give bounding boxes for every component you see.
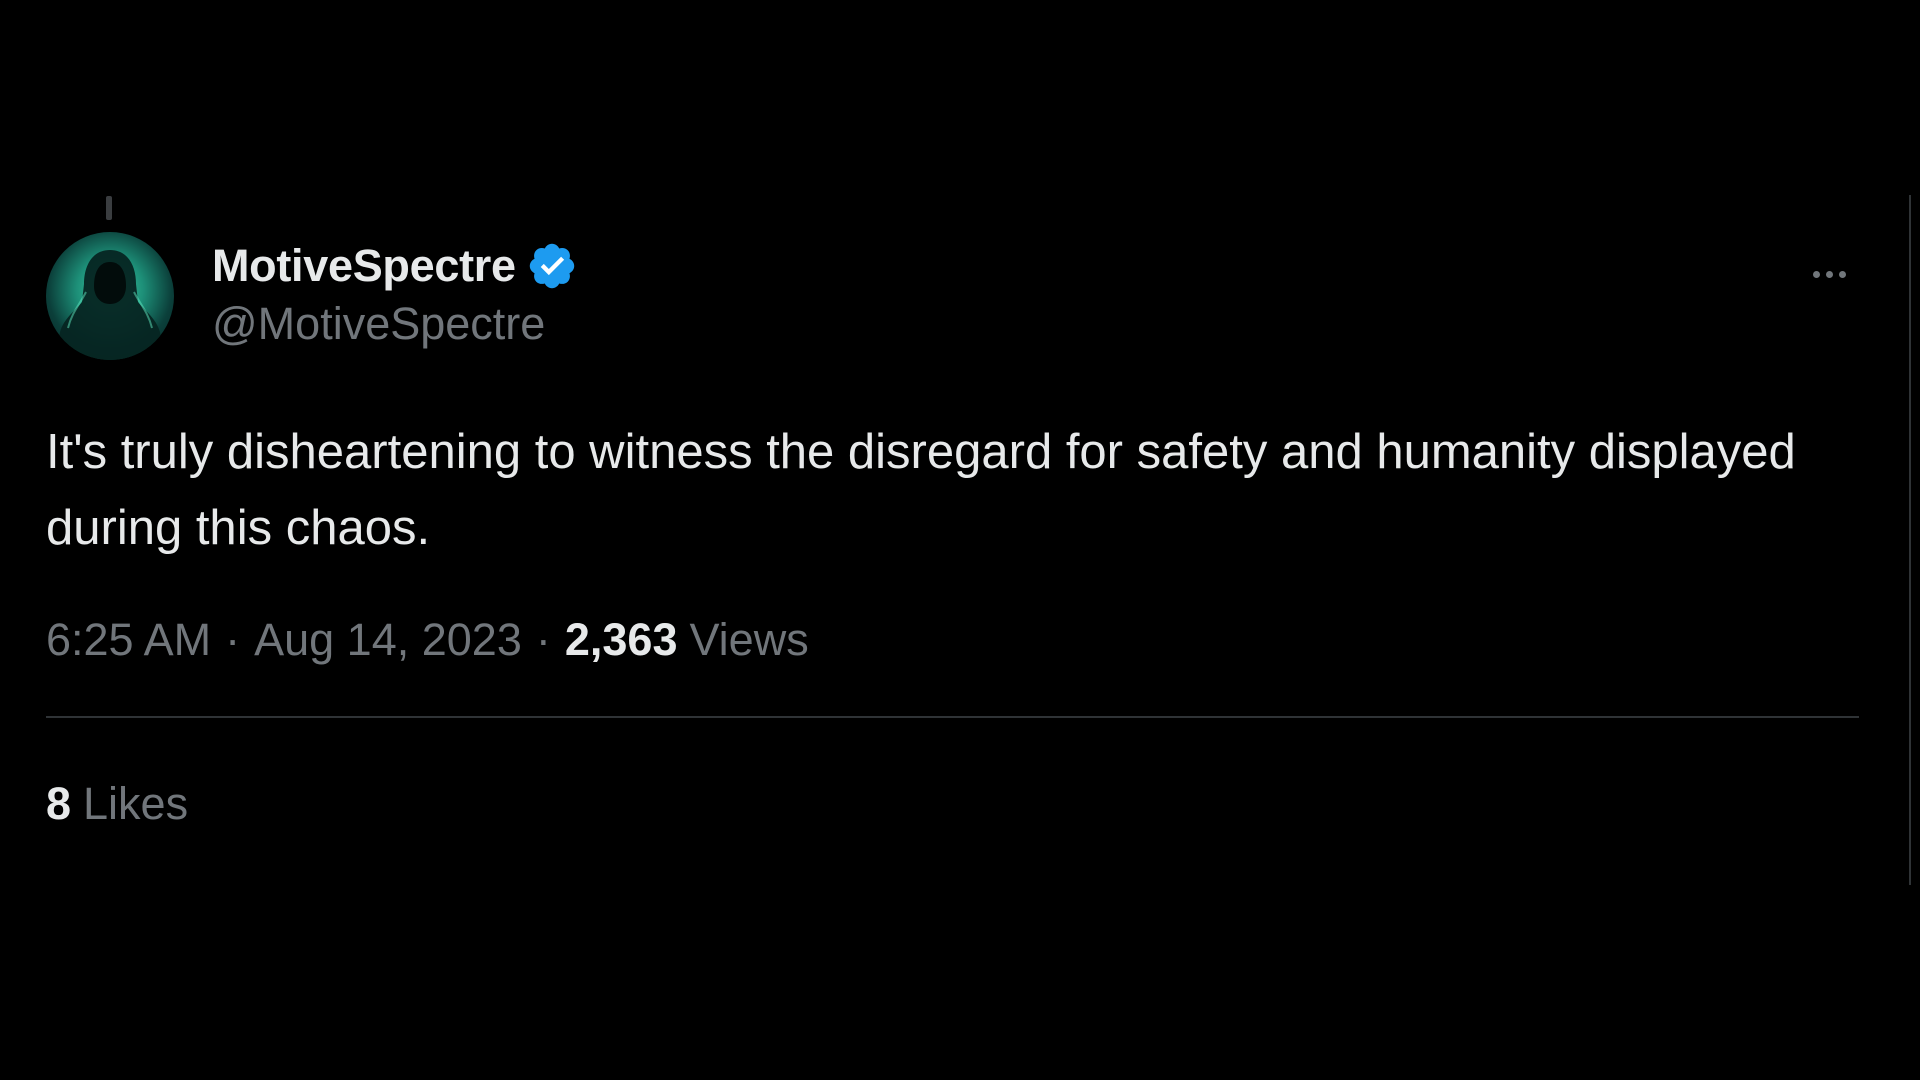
likes-label: Likes [83, 778, 189, 829]
tweet-text: It's truly disheartening to witness the … [46, 425, 1796, 555]
more-dot [1812, 270, 1820, 278]
display-name-row: MotiveSpectre [212, 238, 578, 294]
views-count: 2,363 [564, 614, 678, 665]
hooded-figure-icon [56, 250, 164, 360]
tweet-date[interactable]: Aug 14, 2023 [254, 614, 522, 666]
tweet-meta: 6:25 AM · Aug 14, 2023 · 2,363 Views [46, 614, 1859, 666]
meta-separator: · [225, 614, 241, 665]
verified-badge-icon[interactable] [526, 240, 578, 292]
views-label: Views [689, 614, 809, 665]
more-dot [1838, 270, 1846, 278]
more-dot [1825, 270, 1833, 278]
author-handle[interactable]: @MotiveSpectre [212, 298, 578, 350]
author-names: MotiveSpectre @MotiveSpectre [212, 238, 578, 350]
display-name[interactable]: MotiveSpectre [212, 240, 516, 292]
likes-stat[interactable]: 8 Likes [46, 778, 1859, 830]
avatar[interactable] [46, 232, 174, 360]
divider [46, 716, 1859, 718]
meta-separator: · [535, 614, 551, 665]
tweet-header: MotiveSpectre @MotiveSpectre [46, 232, 1859, 362]
likes-count: 8 [46, 778, 72, 829]
thread-connector-line [106, 196, 112, 220]
column-border [1909, 195, 1911, 885]
tweet-time[interactable]: 6:25 AM [46, 614, 211, 666]
tweet: MotiveSpectre @MotiveSpectre It's truly … [46, 232, 1859, 830]
more-options-icon[interactable] [1799, 254, 1859, 294]
